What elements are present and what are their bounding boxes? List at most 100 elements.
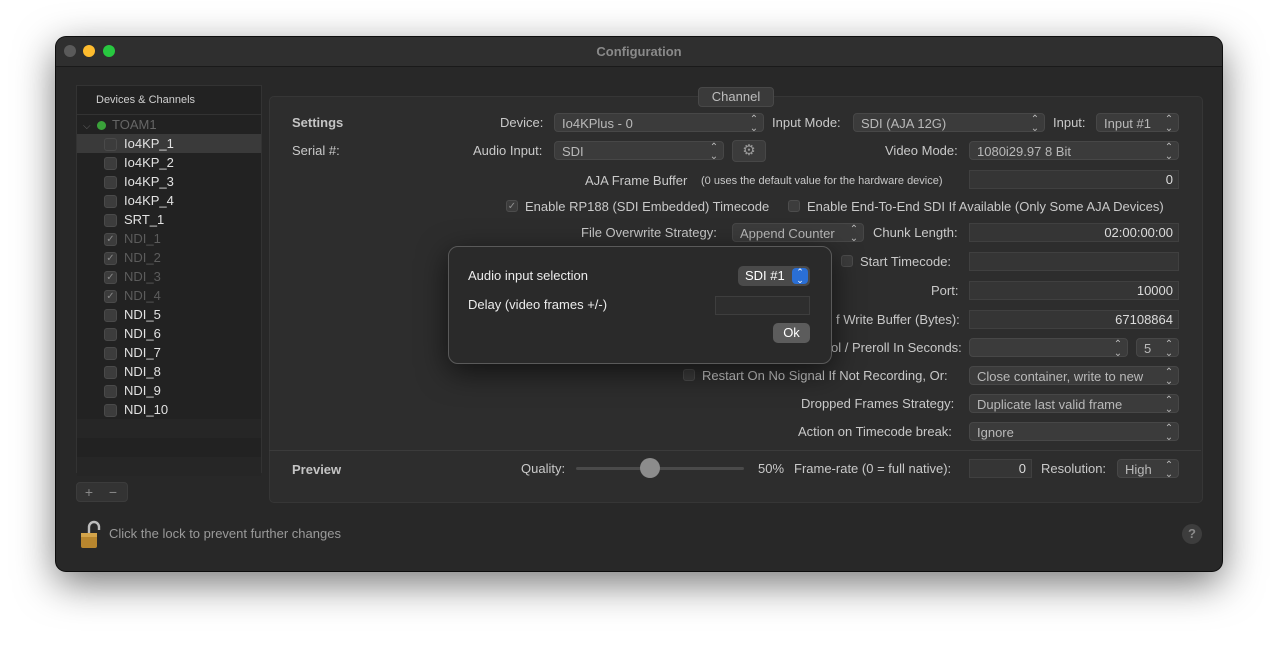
e2e-checkbox[interactable] xyxy=(788,200,800,212)
channel-enable-checkbox[interactable] xyxy=(104,385,117,398)
updown-icon: ⌃ ⌄ xyxy=(1164,114,1174,132)
delay-field[interactable] xyxy=(715,296,810,315)
rp188-label: Enable RP188 (SDI Embedded) Timecode xyxy=(525,199,770,214)
updown-icon: ⌃ ⌄ xyxy=(792,268,808,285)
channel-enable-checkbox[interactable] xyxy=(104,404,117,417)
channel-enable-checkbox[interactable] xyxy=(104,309,117,322)
sidebar-item-label: Io4KP_4 xyxy=(124,193,174,208)
channel-enable-checkbox[interactable] xyxy=(104,214,117,227)
channel-enable-checkbox[interactable] xyxy=(104,138,117,151)
sidebar-item[interactable]: Io4KP_4 xyxy=(77,191,261,210)
framerate-label: Frame-rate (0 = full native): xyxy=(794,461,952,476)
channel-enable-checkbox[interactable] xyxy=(104,157,117,170)
add-channel-button[interactable]: + xyxy=(77,483,101,501)
sidebar-item-label: NDI_4 xyxy=(124,288,161,303)
remove-channel-button[interactable]: − xyxy=(101,483,125,501)
tab-channel[interactable]: Channel xyxy=(698,87,774,107)
sidebar-item[interactable]: Io4KP_2 xyxy=(77,153,261,172)
sidebar-header: Devices & Channels xyxy=(77,86,261,115)
sidebar-item[interactable]: NDI_5 xyxy=(77,305,261,324)
start-timecode-label: Start Timecode: xyxy=(860,254,952,269)
frame-buffer-hint: (0 uses the default value for the hardwa… xyxy=(701,175,943,187)
device-group[interactable]: ⌵ TOAM1 xyxy=(77,115,261,134)
preroll-count-select[interactable]: 5 ⌃ ⌄ xyxy=(1136,338,1179,357)
sidebar-item[interactable]: ✓ NDI_4 xyxy=(77,286,261,305)
gear-icon[interactable]: ⚙ xyxy=(732,140,766,162)
frame-buffer-field[interactable]: 0 xyxy=(969,170,1179,189)
chunk-length-label: Chunk Length: xyxy=(873,225,958,240)
ok-button[interactable]: Ok xyxy=(773,323,810,343)
restart-checkbox[interactable] xyxy=(683,369,695,381)
overwrite-select[interactable]: Append Counter ⌃ ⌄ xyxy=(732,223,864,242)
sidebar-item[interactable]: SRT_1 xyxy=(77,210,261,229)
channel-enable-checkbox[interactable] xyxy=(104,347,117,360)
channel-enable-checkbox[interactable] xyxy=(104,366,117,379)
chunk-length-field[interactable]: 02:00:00:00 xyxy=(969,223,1179,242)
audio-selection-select[interactable]: SDI #1 ⌃ ⌄ xyxy=(738,266,810,286)
write-buffer-field[interactable]: 67108864 xyxy=(969,310,1179,329)
sidebar-item[interactable]: NDI_10 xyxy=(77,400,261,419)
sidebar-item[interactable]: NDI_9 xyxy=(77,381,261,400)
input-mode-select[interactable]: SDI (AJA 12G) ⌃ ⌄ xyxy=(853,113,1045,132)
video-mode-label: Video Mode: xyxy=(885,143,958,158)
sidebar-item[interactable]: NDI_6 xyxy=(77,324,261,343)
updown-icon: ⌃ ⌄ xyxy=(1164,423,1174,441)
channel-enable-checkbox[interactable]: ✓ xyxy=(104,233,117,246)
start-timecode-checkbox[interactable] xyxy=(841,255,853,267)
dropped-frames-select[interactable]: Duplicate last valid frame ⌃ ⌄ xyxy=(969,394,1179,413)
channel-enable-checkbox[interactable] xyxy=(104,195,117,208)
sidebar-item[interactable]: NDI_7 xyxy=(77,343,261,362)
channel-enable-checkbox[interactable]: ✓ xyxy=(104,271,117,284)
start-timecode-field[interactable] xyxy=(969,252,1179,271)
rp188-checkbox[interactable]: ✓ xyxy=(506,200,518,212)
quality-slider-knob[interactable] xyxy=(640,458,660,478)
sidebar-item-label: NDI_3 xyxy=(124,269,161,284)
restart-label: Restart On No Signal If Not Recording, O… xyxy=(702,368,948,383)
sidebar-item[interactable]: ✓ NDI_1 xyxy=(77,229,261,248)
configuration-window: Configuration Devices & Channels ⌵ TOAM1 … xyxy=(56,37,1222,571)
help-button[interactable]: ? xyxy=(1182,524,1202,544)
input-mode-label: Input Mode: xyxy=(772,115,841,130)
channel-enable-checkbox[interactable]: ✓ xyxy=(104,252,117,265)
lock-hint-text: Click the lock to prevent further change… xyxy=(109,526,341,541)
window-title: Configuration xyxy=(596,44,682,59)
sidebar-item[interactable]: ✓ NDI_3 xyxy=(77,267,261,286)
dropped-frames-label: Dropped Frames Strategy: xyxy=(801,396,955,411)
sidebar-item-label: NDI_10 xyxy=(124,402,169,417)
audio-selection-label: Audio input selection xyxy=(468,268,588,283)
sidebar-item[interactable]: Io4KP_1 xyxy=(77,134,261,153)
sidebar-item[interactable]: NDI_8 xyxy=(77,362,261,381)
e2e-label: Enable End-To-End SDI If Available (Only… xyxy=(807,199,1164,214)
sidebar-item-label: SRT_1 xyxy=(124,212,165,227)
input-select[interactable]: Input #1 ⌃ ⌄ xyxy=(1096,113,1179,132)
overwrite-label: File Overwrite Strategy: xyxy=(581,225,717,240)
title-bar[interactable]: Configuration xyxy=(56,37,1222,67)
unlocked-lock-icon[interactable] xyxy=(80,519,102,549)
resolution-select[interactable]: High ⌃ ⌄ xyxy=(1117,459,1179,478)
channel-enable-checkbox[interactable] xyxy=(104,176,117,189)
devices-sidebar: Devices & Channels ⌵ TOAM1 Io4KP_1 Io4KP_2… xyxy=(76,85,262,476)
preroll-select[interactable]: ⌃ ⌄ xyxy=(969,338,1128,357)
channel-enable-checkbox[interactable] xyxy=(104,328,117,341)
sidebar-item-label: NDI_1 xyxy=(124,231,161,246)
port-field[interactable]: 10000 xyxy=(969,281,1179,300)
quality-slider-track[interactable] xyxy=(576,467,744,470)
audio-input-select[interactable]: SDI ⌃ ⌄ xyxy=(554,141,724,160)
channel-enable-checkbox[interactable]: ✓ xyxy=(104,290,117,303)
frame-buffer-label: AJA Frame Buffer xyxy=(585,173,688,188)
preview-section-title: Preview xyxy=(292,462,342,477)
sidebar-item[interactable]: Io4KP_3 xyxy=(77,172,261,191)
device-label: Device: xyxy=(500,115,544,130)
tc-break-select[interactable]: Ignore ⌃ ⌄ xyxy=(969,422,1179,441)
sidebar-item-label: NDI_8 xyxy=(124,364,161,379)
sidebar-item-label: Io4KP_2 xyxy=(124,155,174,170)
framerate-field[interactable]: 0 xyxy=(969,459,1032,478)
serial-label: Serial #: xyxy=(292,143,340,158)
device-select[interactable]: Io4KPlus - 0 ⌃ ⌄ xyxy=(554,113,764,132)
updown-icon: ⌃ ⌄ xyxy=(1113,339,1123,357)
updown-icon: ⌃ ⌄ xyxy=(849,224,859,242)
video-mode-select[interactable]: 1080i29.97 8 Bit ⌃ ⌄ xyxy=(969,141,1179,160)
sidebar-item[interactable]: ✓ NDI_2 xyxy=(77,248,261,267)
restart-select[interactable]: Close container, write to new ⌃ ⌄ xyxy=(969,366,1179,385)
updown-icon: ⌃ ⌄ xyxy=(1030,114,1040,132)
